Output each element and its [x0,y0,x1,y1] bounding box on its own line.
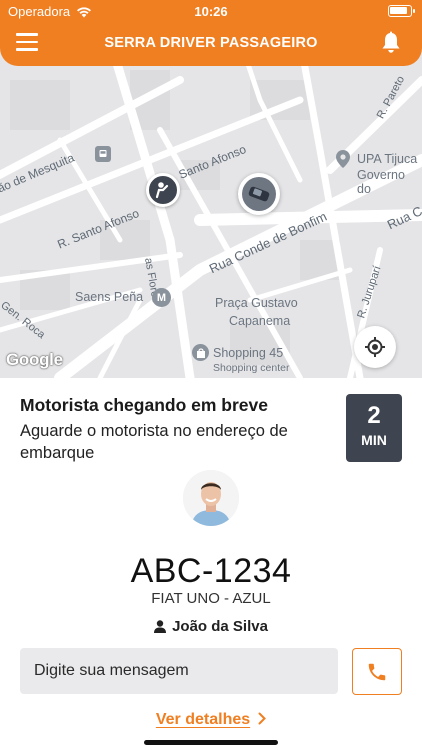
ride-panel: Motorista chegando em breve Aguarde o mo… [0,378,422,750]
eta-value: 2 [367,402,381,429]
map-pin-icon [336,150,350,168]
eta-unit: MIN [361,432,387,448]
chevron-right-icon [258,712,267,725]
app-header: Operadora 10:26 SERRA DRIVER PASSAGEIRO [0,0,422,66]
passenger-location-icon[interactable] [146,173,180,207]
page-title: SERRA DRIVER PASSAGEIRO [104,35,318,51]
crosshair-icon[interactable] [354,326,396,368]
place-label: Saens Peña [75,290,144,304]
metro-icon: M [152,288,171,307]
eta-badge: 2 MIN [346,394,402,462]
phone-icon [368,663,386,680]
person-icon [154,620,167,633]
place-label: Praça Gustavo [215,296,298,310]
driver-car-icon[interactable] [238,173,280,215]
place-label: Shopping center [213,362,290,374]
status-bar: Operadora 10:26 [0,4,422,20]
place-label: Capanema [229,314,291,328]
status-time: 10:26 [194,4,228,19]
home-indicator [144,740,278,745]
ride-status-subtitle: Aguarde o motorista no endereço de embar… [20,422,288,462]
bus-icon [95,146,111,162]
bell-icon[interactable] [380,31,402,55]
car-model: FIAT UNO - AZUL [151,590,271,607]
details-label: Ver detalhes [155,711,251,728]
message-input[interactable] [20,648,338,694]
place-label: UPA Tijuca [357,152,418,166]
map[interactable]: ão de Mesquita R. Santo Afonso R. Santo … [0,40,422,378]
top-bar: SERRA DRIVER PASSAGEIRO [0,28,422,60]
place-label: Governo do [357,168,405,196]
details-link[interactable]: Ver detalhes [0,711,422,729]
place-label: Shopping 45 [213,346,284,360]
call-button[interactable] [352,648,402,695]
google-logo: Google [6,350,63,369]
ride-status-title: Motorista chegando em breve [20,395,268,415]
driver-avatar [183,470,239,526]
driver-name-row: João da Silva [0,618,422,635]
street-network [0,40,422,378]
battery-icon [388,5,415,17]
license-plate: ABC-1234 [130,552,292,590]
driver-name: João da Silva [172,618,268,635]
shopping-bag-icon [192,344,209,361]
